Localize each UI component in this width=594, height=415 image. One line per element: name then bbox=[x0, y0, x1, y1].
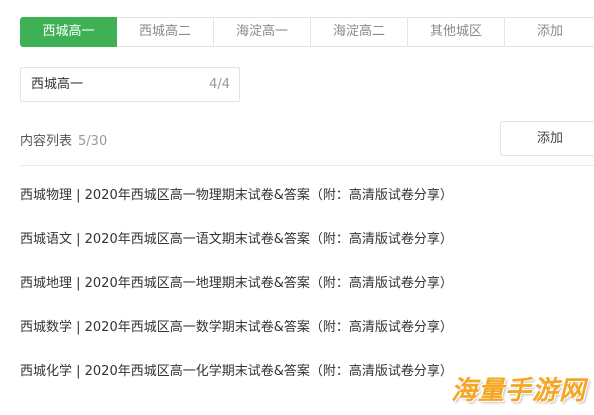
content-list-count: 5/30 bbox=[78, 134, 108, 149]
page: 西城高一 西城高二 海淀高一 海淀高二 其他城区 添加 西城高一 4/4 内容列… bbox=[0, 0, 594, 415]
tab-name-value: 西城高一 bbox=[31, 77, 84, 92]
list-item[interactable]: 西城语文 | 2020年西城区高一语文期末试卷&答案（附：高清版试卷分享） bbox=[20, 226, 594, 270]
tab-xicheng-grade1[interactable]: 西城高一 bbox=[20, 17, 117, 47]
divider bbox=[20, 165, 594, 166]
tab-haidian-grade1[interactable]: 海淀高一 bbox=[214, 17, 311, 47]
watermark-logo: 海量手游网 bbox=[450, 376, 586, 406]
tab-xicheng-grade2[interactable]: 西城高二 bbox=[117, 17, 214, 47]
content-list-header: 内容列表 5/30 bbox=[20, 130, 107, 149]
tab-haidian-grade2[interactable]: 海淀高二 bbox=[311, 17, 408, 47]
tab-bar: 西城高一 西城高二 海淀高一 海淀高二 其他城区 添加 bbox=[20, 17, 594, 47]
char-count: 4/4 bbox=[209, 77, 230, 92]
content-list: 西城物理 | 2020年西城区高一物理期末试卷&答案（附：高清版试卷分享） 西城… bbox=[20, 182, 594, 402]
list-item[interactable]: 西城物理 | 2020年西城区高一物理期末试卷&答案（附：高清版试卷分享） bbox=[20, 182, 594, 226]
add-content-button[interactable]: 添加 bbox=[500, 121, 594, 156]
content-list-title: 内容列表 bbox=[20, 134, 73, 149]
tab-add[interactable]: 添加 bbox=[505, 17, 594, 47]
tab-name-input[interactable]: 西城高一 4/4 bbox=[20, 67, 240, 102]
list-item[interactable]: 西城数学 | 2020年西城区高一数学期末试卷&答案（附：高清版试卷分享） bbox=[20, 314, 594, 358]
tab-other-districts[interactable]: 其他城区 bbox=[408, 17, 505, 47]
list-item[interactable]: 西城地理 | 2020年西城区高一地理期末试卷&答案（附：高清版试卷分享） bbox=[20, 270, 594, 314]
